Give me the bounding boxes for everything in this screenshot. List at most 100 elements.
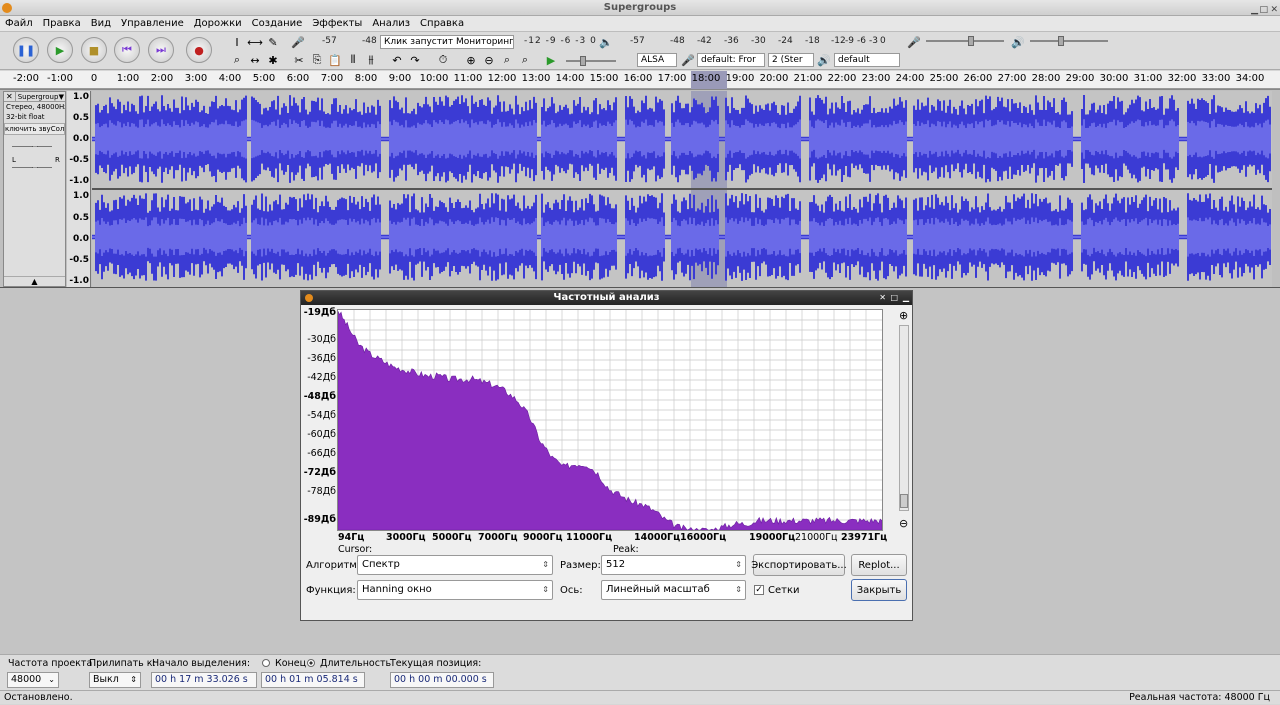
length-radio[interactable]: [307, 659, 315, 667]
audio-host-select[interactable]: ALSA: [637, 53, 677, 67]
vertical-zoom-slider[interactable]: [899, 325, 909, 511]
audio-position-field[interactable]: 00 h 00 m 00.000 s: [390, 672, 494, 688]
multi-tool-icon[interactable]: ✱: [265, 52, 281, 68]
fit-project-icon[interactable]: ⌕: [517, 52, 533, 68]
replot-button[interactable]: Replot...: [851, 554, 907, 576]
status-bar: Остановлено. Реальная частота: 48000 Гц: [0, 690, 1280, 704]
undo-icon[interactable]: ↶: [389, 52, 405, 68]
zoom-in-icon[interactable]: ⊕: [899, 309, 908, 322]
draw-tool-icon[interactable]: ✎: [265, 34, 281, 50]
ruler-tick-label: 3:00: [184, 73, 208, 84]
channels-select[interactable]: 2 (Ster: [768, 53, 814, 67]
timeshift-tool-icon[interactable]: ↔: [247, 52, 263, 68]
menu-help[interactable]: Справка: [415, 16, 469, 32]
menu-transport[interactable]: Управление: [116, 16, 189, 32]
y-tick: -1.0: [69, 176, 89, 186]
track-close-icon[interactable]: ✕: [4, 92, 16, 101]
dialog-titlebar[interactable]: Частотный анализ ✕ □ ▁: [301, 291, 912, 305]
menu-view[interactable]: Вид: [86, 16, 116, 32]
redo-icon[interactable]: ↷: [407, 52, 423, 68]
zoom-out-icon[interactable]: ⊖: [481, 52, 497, 68]
dialog-maximize-icon[interactable]: □: [890, 291, 898, 305]
selection-length-field[interactable]: 00 h 01 m 05.814 s: [261, 672, 365, 688]
project-rate-select[interactable]: 48000 ⌄: [7, 672, 59, 688]
playback-device-select[interactable]: default: [834, 53, 900, 67]
y-tick: -0.5: [69, 255, 89, 265]
mute-solo-buttons[interactable]: ключить звуСоло: [4, 123, 65, 135]
collapse-track-icon[interactable]: ▲: [4, 276, 65, 286]
play-at-speed-icon[interactable]: ▶: [543, 52, 559, 68]
sync-lock-icon[interactable]: ⏱: [435, 52, 451, 68]
menu-tracks[interactable]: Дорожки: [189, 16, 247, 32]
zoom-in-icon[interactable]: ⊕: [463, 52, 479, 68]
menu-file[interactable]: Файл: [0, 16, 38, 32]
zoom-out-icon[interactable]: ⊖: [899, 517, 908, 530]
trim-icon[interactable]: ⫴: [345, 52, 361, 68]
dialog-minimize-icon[interactable]: ▁: [903, 291, 909, 305]
export-button[interactable]: Экспортировать...: [751, 554, 847, 576]
ruler-tick-label: 17:00: [657, 73, 687, 84]
menu-edit[interactable]: Правка: [38, 16, 86, 32]
selection-toolbar: Частота проекта 48000 ⌄ Прилипать к: Выкл…: [0, 654, 1280, 690]
gain-slider[interactable]: [12, 146, 52, 147]
waveform[interactable]: [92, 91, 1272, 287]
spectrum-x-tick: 19000Гц: [749, 532, 796, 543]
end-radio[interactable]: [262, 659, 270, 667]
pan-right-label: R: [55, 156, 60, 164]
cut-icon[interactable]: ✂: [291, 52, 307, 68]
playback-volume-slider[interactable]: [1030, 36, 1108, 46]
copy-icon[interactable]: ⎘: [309, 52, 325, 68]
close-button[interactable]: Закрыть: [851, 579, 907, 601]
spectrum-x-tick: 16000Гц: [680, 532, 727, 543]
track-name[interactable]: Supergroup: [16, 93, 59, 101]
spectrum-x-tick: 5000Гц: [432, 532, 472, 543]
monitor-meter-button[interactable]: Клик запустит Мониторинг: [380, 35, 514, 49]
ruler-tick-label: 4:00: [218, 73, 242, 84]
algorithm-label: Алгоритм:: [306, 560, 361, 571]
mic-icon[interactable]: 🎤: [290, 34, 306, 50]
timeline-ruler[interactable]: -2:00 -1:00 0 1:00 2:00 3:00 4:00 5:00 6:00 7:00 8…: [0, 71, 1280, 89]
play-button[interactable]: ▶: [47, 37, 73, 63]
recording-device-select[interactable]: default: Fror: [697, 53, 765, 67]
skip-end-button[interactable]: ⏭: [148, 37, 174, 63]
pause-button[interactable]: ❚❚: [13, 37, 39, 63]
y-tick: 1.0: [73, 92, 89, 102]
speaker-icon[interactable]: 🔈: [598, 34, 614, 50]
fit-selection-icon[interactable]: ⌕: [499, 52, 515, 68]
y-tick: 0.5: [73, 213, 89, 223]
pan-slider[interactable]: [12, 167, 52, 168]
peak-label: Peak:: [613, 544, 639, 555]
algorithm-select[interactable]: Спектр ⇕: [357, 555, 553, 575]
ruler-tick-label: 14:00: [555, 73, 585, 84]
silence-icon[interactable]: ⫵: [363, 52, 379, 68]
snap-to-select[interactable]: Выкл ⇕: [89, 672, 141, 688]
grids-checkbox[interactable]: ✓: [754, 585, 764, 595]
selection-tool-icon[interactable]: I: [229, 34, 245, 50]
menu-analyze[interactable]: Анализ: [367, 16, 415, 32]
record-volume-slider[interactable]: [926, 36, 1004, 46]
size-select[interactable]: 512 ⇕: [601, 555, 746, 575]
dialog-close-icon[interactable]: ✕: [879, 291, 886, 305]
track-vertical-ruler[interactable]: 1.0 0.5 0.0 -0.5 -1.0 1.0 0.5 0.0 -0.5 -…: [67, 91, 91, 287]
rec-meter-tick: -48: [362, 36, 377, 46]
spectrum-plot[interactable]: [337, 309, 883, 531]
play-speed-slider[interactable]: [566, 56, 616, 66]
zoom-tool-icon[interactable]: ⌕: [229, 52, 245, 68]
stop-button[interactable]: ■: [81, 37, 107, 63]
ruler-tick-label: 34:00: [1235, 73, 1265, 84]
menu-effects[interactable]: Эффекты: [307, 16, 367, 32]
function-select[interactable]: Hanning окно ⇕: [357, 580, 553, 600]
spectrum-y-tick: -66Дб: [307, 448, 336, 459]
skip-start-button[interactable]: ⏮: [114, 37, 140, 63]
envelope-tool-icon[interactable]: ⟷: [247, 34, 263, 50]
rec-meter-tick: -57: [322, 36, 337, 46]
axis-select[interactable]: Линейный масштаб ⇕: [601, 580, 746, 600]
selection-start-field[interactable]: 00 h 17 m 33.026 s: [151, 672, 257, 688]
record-button[interactable]: ●: [186, 37, 212, 63]
paste-icon[interactable]: 📋: [327, 52, 343, 68]
menu-generate[interactable]: Создание: [247, 16, 308, 32]
end-label: Конец: [275, 658, 307, 669]
spectrum-y-tick: -72Дб: [303, 467, 336, 478]
ruler-tick-label: 15:00: [589, 73, 619, 84]
play-meter[interactable]: -57 -48 -42 -36 -30 -24 -18 -12 -9 -6 -3…: [625, 36, 887, 48]
